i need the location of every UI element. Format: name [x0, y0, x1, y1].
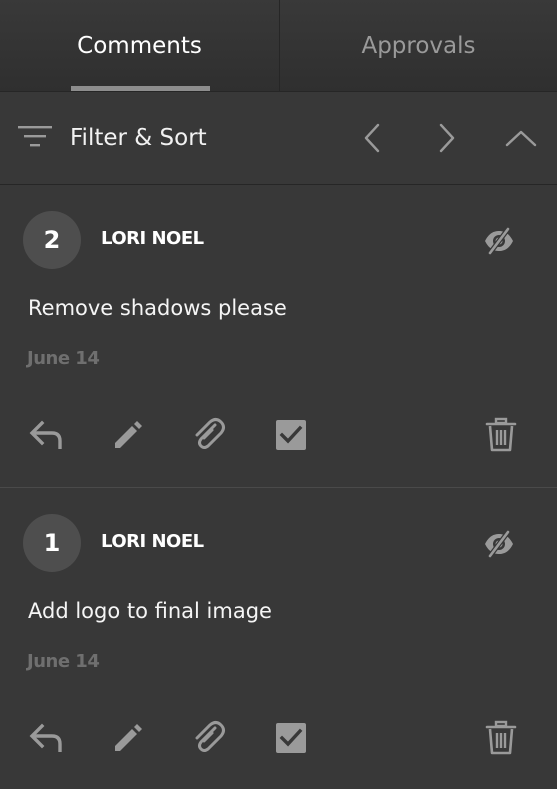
reply-icon	[29, 723, 62, 752]
hide-comment-button[interactable]	[481, 526, 517, 562]
previous-button[interactable]	[354, 120, 390, 156]
comment-date: June 14	[27, 651, 100, 672]
collapse-button[interactable]	[503, 120, 539, 156]
tab-approvals-label: Approvals	[361, 32, 476, 59]
edit-icon	[115, 724, 142, 751]
filter-sort-button[interactable]: Filter & Sort	[18, 124, 207, 152]
edit-button[interactable]	[108, 415, 148, 455]
comment-number-badge: 1	[23, 514, 81, 572]
attach-button[interactable]	[189, 415, 229, 455]
comment-text: Add logo to final image	[28, 599, 272, 623]
attach-icon	[195, 721, 225, 752]
reply-button[interactable]	[26, 415, 66, 455]
eye-off-icon	[485, 227, 513, 255]
edit-button[interactable]	[108, 718, 148, 758]
delete-button[interactable]	[481, 415, 521, 455]
checkbox-icon	[276, 723, 306, 753]
delete-button[interactable]	[481, 718, 521, 758]
reply-icon	[29, 420, 62, 449]
chevron-right-icon	[439, 123, 455, 153]
resolve-checkbox[interactable]	[271, 415, 311, 455]
tab-comments-label: Comments	[77, 32, 202, 59]
active-tab-indicator	[71, 86, 210, 91]
comment-number-badge: 2	[23, 211, 81, 269]
edit-icon	[115, 421, 142, 448]
chevron-up-icon	[505, 130, 537, 147]
comment-author: LORI NOEL	[101, 228, 204, 249]
comment-author: LORI NOEL	[101, 531, 204, 552]
attach-button[interactable]	[189, 718, 229, 758]
filter-icon	[18, 124, 52, 152]
comment-item: 2 LORI NOEL Remove shadows please June 1…	[0, 185, 557, 487]
filter-sort-label: Filter & Sort	[70, 125, 207, 151]
tab-approvals[interactable]: Approvals	[279, 0, 557, 91]
trash-icon	[485, 417, 517, 452]
tab-comments[interactable]: Comments	[0, 0, 279, 91]
attach-icon	[195, 418, 225, 449]
resolve-checkbox[interactable]	[271, 718, 311, 758]
comment-item: 1 LORI NOEL Add logo to final image June…	[0, 487, 557, 789]
eye-off-icon	[485, 530, 513, 558]
next-button[interactable]	[429, 120, 465, 156]
filter-toolbar: Filter & Sort	[0, 92, 557, 185]
tab-bar: Comments Approvals	[0, 0, 557, 92]
comment-date: June 14	[27, 348, 100, 369]
comment-text: Remove shadows please	[28, 296, 287, 320]
hide-comment-button[interactable]	[481, 223, 517, 259]
checkbox-icon	[276, 420, 306, 450]
reply-button[interactable]	[26, 718, 66, 758]
trash-icon	[485, 720, 517, 755]
chevron-left-icon	[364, 123, 380, 153]
